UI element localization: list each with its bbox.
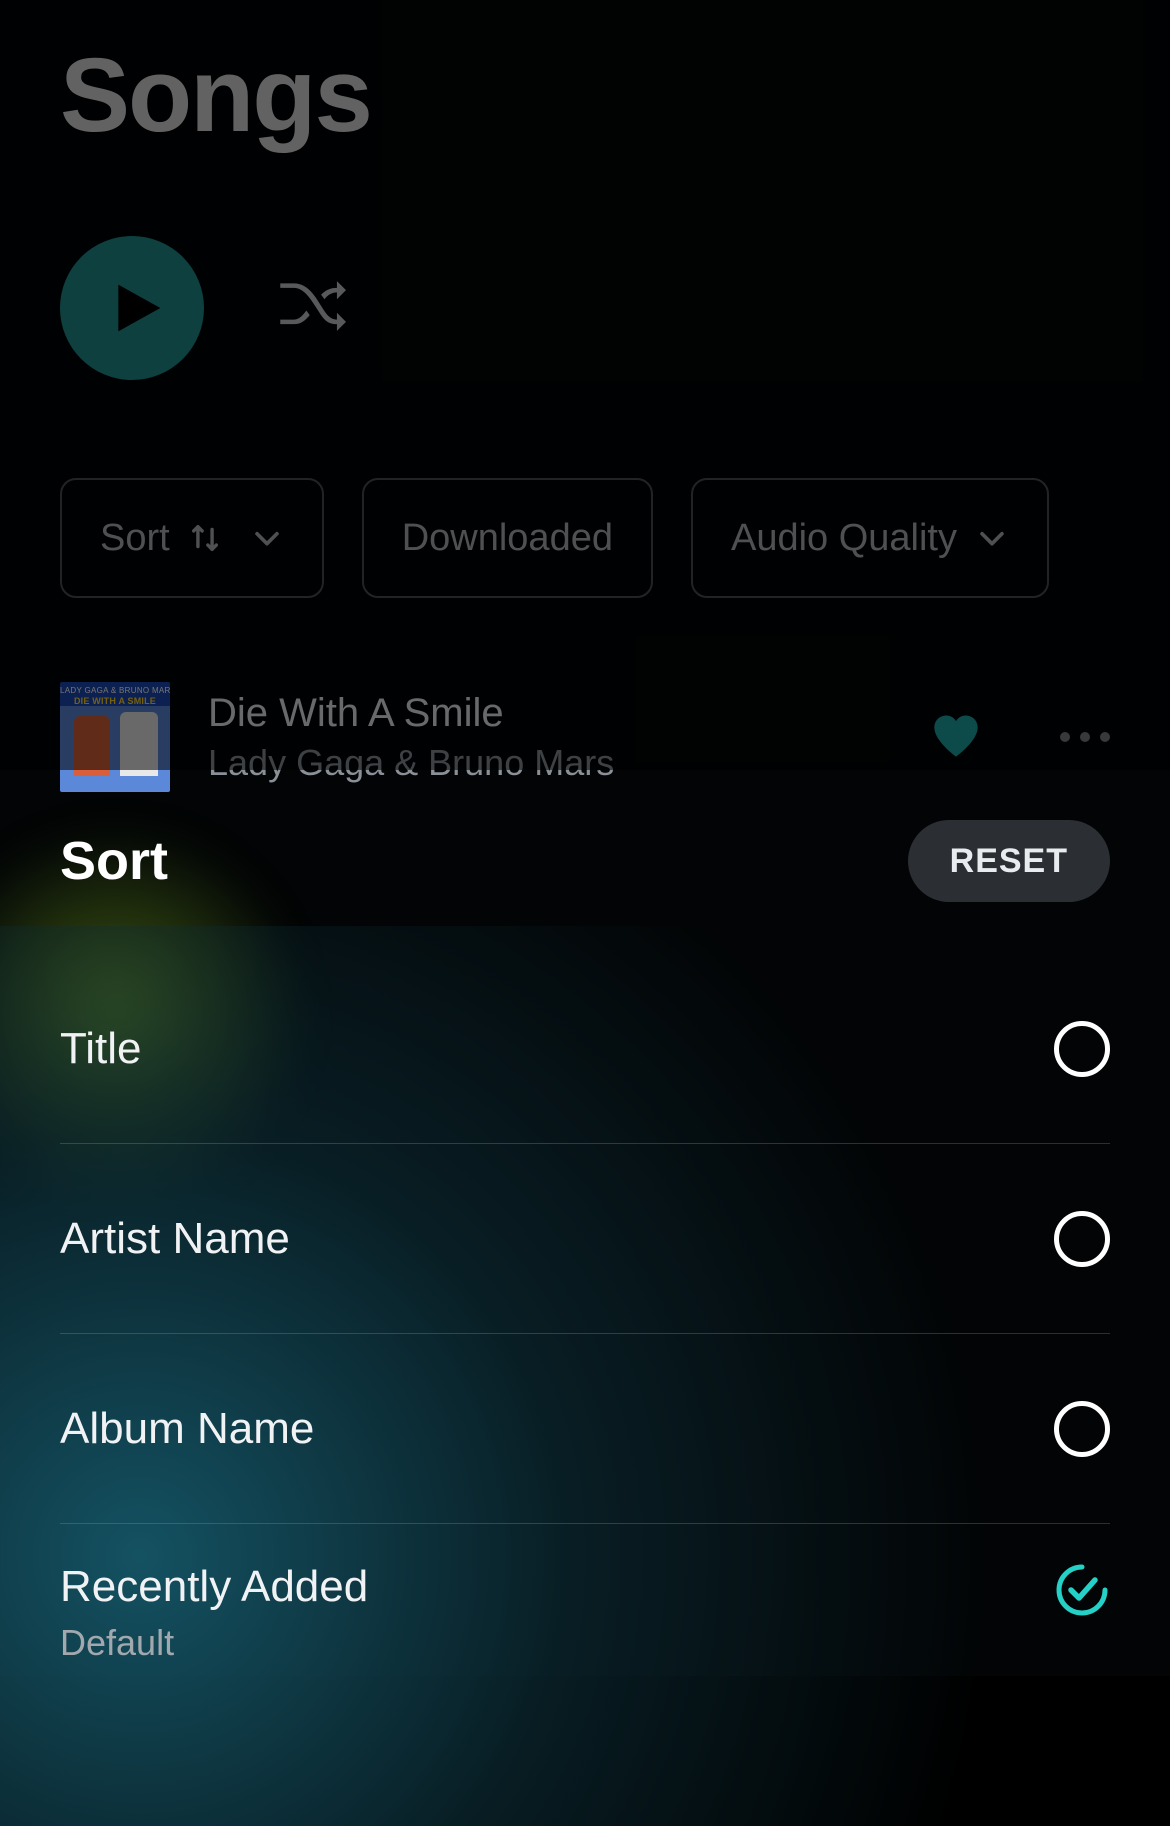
sort-option-label: Recently Added — [60, 1562, 368, 1612]
sort-chip-label: Sort — [100, 517, 170, 560]
sort-option-label: Album Name — [60, 1404, 314, 1454]
sort-option-album[interactable]: Album Name — [60, 1334, 1110, 1524]
album-cover-artists: LADY GAGA & BRUNO MARS — [60, 686, 170, 695]
play-icon — [109, 280, 165, 336]
sort-option-label: Artist Name — [60, 1214, 290, 1264]
sort-sheet-title: Sort — [60, 830, 168, 892]
sort-sheet: Sort RESET Title Artist Name Album Name … — [0, 770, 1170, 1676]
reset-button[interactable]: RESET — [908, 820, 1110, 902]
shuffle-button[interactable] — [278, 278, 346, 339]
more-button[interactable] — [1060, 732, 1110, 742]
song-title: Die With A Smile — [208, 691, 892, 736]
radio-checked-icon — [1054, 1562, 1110, 1618]
dot-icon — [1060, 732, 1070, 742]
sort-arrows-icon — [188, 521, 222, 555]
dot-icon — [1080, 732, 1090, 742]
sort-option-title[interactable]: Title — [60, 954, 1110, 1144]
sort-option-artist[interactable]: Artist Name — [60, 1144, 1110, 1334]
album-cover-title: DIE WITH A SMILE — [60, 696, 170, 706]
shuffle-icon — [278, 278, 346, 334]
play-button[interactable] — [60, 236, 204, 380]
heart-icon — [930, 711, 982, 759]
sort-option-recent[interactable]: Recently Added Default — [60, 1524, 1110, 1704]
downloaded-chip[interactable]: Downloaded — [362, 478, 653, 598]
chevron-down-icon — [975, 521, 1009, 555]
sort-option-sublabel: Default — [60, 1622, 368, 1664]
radio-empty-icon — [1054, 1021, 1110, 1077]
radio-empty-icon — [1054, 1401, 1110, 1457]
audio-quality-chip[interactable]: Audio Quality — [691, 478, 1049, 598]
page-title: Songs — [60, 36, 1110, 156]
chevron-down-icon — [250, 521, 284, 555]
sort-option-label: Title — [60, 1024, 142, 1074]
dot-icon — [1100, 732, 1110, 742]
downloaded-chip-label: Downloaded — [402, 517, 613, 560]
like-button[interactable] — [930, 711, 982, 764]
sort-chip[interactable]: Sort — [60, 478, 324, 598]
audio-quality-chip-label: Audio Quality — [731, 517, 957, 560]
radio-empty-icon — [1054, 1211, 1110, 1267]
